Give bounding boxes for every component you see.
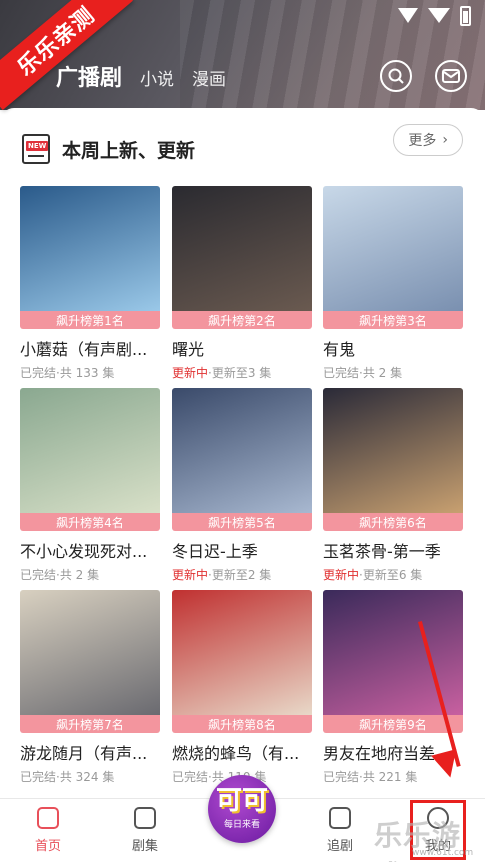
section-title: 本周上新、更新 (62, 139, 196, 162)
drama-status: 已完结·共 2 集 (20, 568, 100, 582)
tab-follow[interactable]: 追剧 (310, 807, 370, 854)
mail-icon (442, 69, 460, 83)
drama-status: 更新中·更新至3 集 (172, 366, 272, 380)
signal-icon (428, 6, 450, 24)
list-icon (134, 807, 156, 829)
drama-title[interactable]: 燃烧的蜂鸟（有... (172, 740, 312, 764)
tab-follow-label: 追剧 (326, 839, 353, 854)
tv-icon (329, 807, 351, 829)
drama-title[interactable]: 游龙随月（有声... (20, 740, 160, 764)
more-label: 更多 (408, 133, 437, 149)
rank-label: 飙升榜第6名 (323, 513, 463, 531)
drama-card[interactable]: 飙升榜第7名 游龙随月（有声... 已完结·共 324 集 (20, 590, 160, 785)
drama-card[interactable]: 飙升榜第3名 有鬼 已完结·共 2 集 (323, 186, 463, 381)
chevron-right-icon: › (442, 132, 448, 148)
rank-label: 飙升榜第2名 (172, 311, 312, 329)
more-button[interactable]: 更多 › (393, 124, 463, 156)
cover-image[interactable]: 飙升榜第5名 (172, 388, 312, 531)
rank-label: 飙升榜第1名 (20, 311, 160, 329)
keke-center-button[interactable]: 可可 每日来看 (208, 775, 276, 843)
rank-label: 飙升榜第8名 (172, 715, 312, 733)
tab-novel[interactable]: 小说 (140, 65, 174, 90)
cover-art (323, 388, 463, 513)
cover-art (20, 388, 160, 513)
top-nav: 广播剧 小说 漫画 (56, 60, 226, 92)
drama-card[interactable]: 飙升榜第8名 燃烧的蜂鸟（有... 已完结·共 110 集 (172, 590, 312, 785)
home-icon (37, 807, 59, 829)
rank-label: 飙升榜第4名 (20, 513, 160, 531)
drama-status: 已完结·共 133 集 (20, 366, 115, 380)
drama-title[interactable]: 不小心发现死对... (20, 538, 160, 562)
drama-card[interactable]: 飙升榜第4名 不小心发现死对... 已完结·共 2 集 (20, 388, 160, 583)
drama-card[interactable]: 飙升榜第2名 曙光 更新中·更新至3 集 (172, 186, 312, 381)
tab-home-label: 首页 (34, 839, 61, 854)
cover-art (172, 186, 312, 311)
main-content: NEW 本周上新、更新 更多 › 飙升榜第1名 小蘑菇（有声剧... 已完结·共… (0, 108, 485, 798)
cover-image[interactable]: 飙升榜第7名 (20, 590, 160, 733)
tab-comic[interactable]: 漫画 (192, 65, 226, 90)
drama-status: 更新中·更新至6 集 (323, 568, 423, 582)
cover-image[interactable]: 飙升榜第1名 (20, 186, 160, 329)
status-bar (398, 6, 471, 26)
rank-label: 飙升榜第7名 (20, 715, 160, 733)
tab-radio-drama[interactable]: 广播剧 (56, 60, 122, 92)
drama-card[interactable]: 飙升榜第5名 冬日迟-上季 更新中·更新至2 集 (172, 388, 312, 583)
cover-image[interactable]: 飙升榜第4名 (20, 388, 160, 531)
search-icon (388, 68, 404, 84)
drama-title[interactable]: 玉茗茶骨-第一季 (323, 538, 463, 562)
search-button[interactable] (380, 60, 412, 92)
cover-art (172, 388, 312, 513)
drama-title[interactable]: 小蘑菇（有声剧... (20, 336, 160, 360)
cover-image[interactable]: 飙升榜第2名 (172, 186, 312, 329)
center-button-sublabel: 每日来看 (223, 820, 260, 830)
drama-card[interactable]: 飙升榜第1名 小蘑菇（有声剧... 已完结·共 133 集 (20, 186, 160, 381)
section-header: NEW 本周上新、更新 (22, 134, 195, 164)
drama-status: 已完结·共 324 集 (20, 770, 115, 784)
tab-series-label: 剧集 (131, 839, 158, 854)
brand-url: www.61t.com (412, 848, 474, 858)
drama-title[interactable]: 冬日迟-上季 (172, 538, 312, 562)
cover-image[interactable]: 飙升榜第3名 (323, 186, 463, 329)
cover-art (20, 590, 160, 715)
cover-art (20, 186, 160, 311)
rank-label: 飙升榜第9名 (323, 715, 463, 733)
rank-label: 飙升榜第3名 (323, 311, 463, 329)
drama-status: 更新中·更新至2 集 (172, 568, 272, 582)
cover-image[interactable]: 飙升榜第6名 (323, 388, 463, 531)
drama-status: 已完结·共 2 集 (323, 366, 403, 380)
center-button-label: 可可 (215, 786, 268, 816)
drama-title[interactable]: 曙光 (172, 336, 312, 360)
battery-icon (460, 6, 471, 26)
tab-series[interactable]: 剧集 (115, 807, 175, 854)
wifi-icon (398, 6, 418, 24)
cover-art (172, 590, 312, 715)
tab-home[interactable]: 首页 (18, 807, 78, 854)
drama-title[interactable]: 有鬼 (323, 336, 463, 360)
drama-card[interactable]: 飙升榜第6名 玉茗茶骨-第一季 更新中·更新至6 集 (323, 388, 463, 583)
new-icon: NEW (22, 134, 50, 164)
rank-label: 飙升榜第5名 (172, 513, 312, 531)
cover-art (323, 186, 463, 311)
message-button[interactable] (435, 60, 467, 92)
cover-image[interactable]: 飙升榜第8名 (172, 590, 312, 733)
